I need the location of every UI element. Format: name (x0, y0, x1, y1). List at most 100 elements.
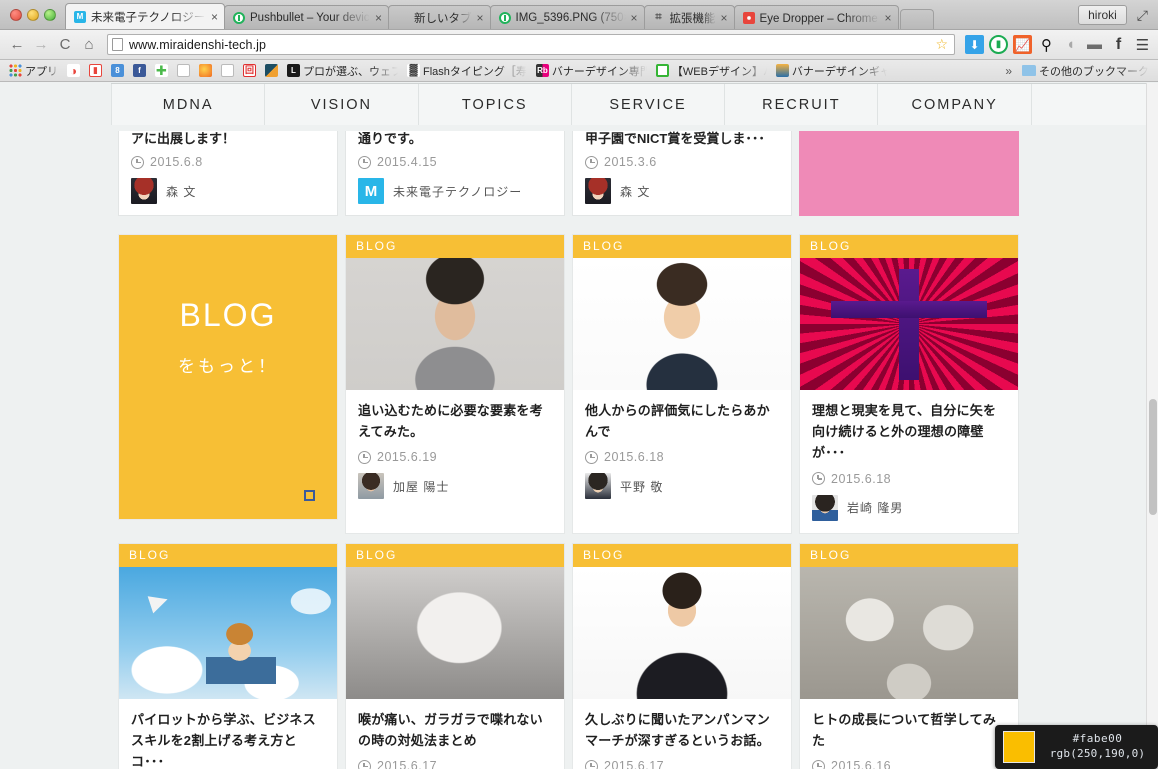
bookmarks-overflow-icon[interactable]: » (1001, 64, 1016, 78)
facebook-icon[interactable]: f (1109, 35, 1128, 54)
bookmark-9[interactable]: 回 (240, 63, 259, 78)
pushbullet-favicon (498, 11, 511, 24)
date-text: 2015.6.18 (831, 471, 892, 486)
minimize-window-button[interactable] (27, 9, 39, 21)
blog-badge: BLOG (800, 543, 1018, 567)
bookmark-6[interactable] (174, 63, 193, 78)
bookmark-2[interactable]: ▮ (86, 63, 105, 78)
blog-card[interactable]: BLOG パイロットから学ぶ、ビジネススキルを2割上げる考え方とコ･･･ 201… (118, 542, 338, 769)
bookmark-14[interactable]: 【WEBデザイン】バナ (653, 62, 770, 80)
blog-author: 平野 敬 (585, 473, 779, 500)
fullscreen-icon[interactable]: ⤢ (1135, 7, 1150, 24)
nav-item-company[interactable]: COMPANY (878, 84, 1032, 125)
blog-promo-card[interactable]: BLOG をもっと！ (118, 234, 338, 520)
page-info-icon[interactable] (112, 38, 123, 51)
blog-card[interactable]: BLOG 他人からの評価気にしたらあかんで 2015.6.18 平野 敬 (572, 234, 792, 534)
tab-list: M 未来電子テクノロジー：MI × Pushbullet – Your devi… (65, 3, 1072, 29)
blog-title: 理想と現実を見て、自分に矢を向け続けると外の理想の障壁が･･･ (812, 403, 997, 461)
back-button[interactable]: ← (6, 34, 28, 56)
scrollbar-thumb[interactable] (1149, 399, 1157, 515)
new-tab-button[interactable] (899, 9, 934, 29)
close-tab-icon[interactable]: × (631, 11, 638, 25)
close-tab-icon[interactable]: × (477, 11, 484, 25)
download-icon[interactable]: ⬇ (965, 35, 984, 54)
card-item[interactable]: 甲子園でNICT賞を受賞しま･･･ 2015.3.6 森 文 (572, 131, 792, 216)
close-window-button[interactable] (10, 9, 22, 21)
pushbullet-favicon (233, 11, 245, 24)
tab-label: Pushbullet – Your devices (250, 11, 370, 24)
card-item-pink[interactable] (799, 131, 1019, 216)
card-author: 森 文 (131, 178, 325, 204)
clock-icon (358, 155, 371, 169)
zoom-window-button[interactable] (44, 9, 56, 21)
moon-icon[interactable]: ◖ (1061, 35, 1080, 54)
page-scrollbar[interactable] (1146, 83, 1158, 769)
opera-icon: ◑ (67, 64, 80, 77)
tab-1[interactable]: Pushbullet – Your devices × (224, 5, 389, 29)
bookmark-7[interactable] (196, 63, 215, 78)
tab-4[interactable]: ⌗ 拡張機能 × (643, 5, 735, 29)
forward-button[interactable]: → (30, 34, 52, 56)
blog-card[interactable]: BLOG ヒトの成長について哲学してみた 2015.6.16 (799, 542, 1019, 769)
card-date: 2015.6.8 (131, 155, 325, 169)
bookmark-15[interactable]: バナーデザインギャラ (773, 62, 890, 80)
clock-icon (585, 450, 598, 464)
address-bar[interactable]: www.miraidenshi-tech.jp ☆ (107, 34, 955, 55)
bookmark-11[interactable]: L プロが選ぶ、ウェブデ (284, 62, 401, 80)
bookmark-5[interactable]: ✚ (152, 63, 171, 78)
blog-title: 喉が痛い、ガラガラで喋れないの時の対処法まとめ (358, 711, 543, 748)
profile-button[interactable]: hiroki (1078, 5, 1127, 25)
other-bookmarks[interactable]: その他のブックマーク (1019, 62, 1152, 80)
google-icon: 8 (111, 64, 124, 77)
close-tab-icon[interactable]: × (885, 11, 892, 25)
bookmark-apps[interactable]: アプリ (6, 62, 61, 80)
close-tab-icon[interactable]: × (375, 11, 382, 25)
nav-item-service[interactable]: SERVICE (572, 84, 726, 125)
tab-label: IMG_5396.PNG (750×133 (515, 11, 626, 24)
blog-date: 2015.6.17 (358, 759, 552, 769)
rectangle-icon[interactable]: ▬ (1085, 35, 1104, 54)
date-text: 2015.6.16 (831, 759, 892, 769)
window-right-controls: hiroki ⤢ (1072, 5, 1158, 29)
chrome-menu-icon[interactable]: ☰ (1133, 35, 1152, 54)
blog-badge: BLOG (573, 543, 791, 567)
close-tab-icon[interactable]: × (721, 11, 728, 25)
card-item[interactable]: 通りです。 2015.4.15 未来電子テクノロジー (345, 131, 565, 216)
bookmark-3[interactable]: 8 (108, 63, 127, 78)
site-navigation: MDNA VISION TOPICS SERVICE RECRUIT COMPA… (111, 83, 1146, 125)
blog-thumbnail (346, 258, 564, 391)
blog-card[interactable]: BLOG 喉が痛い、ガラガラで喋れないの時の対処法まとめ 2015.6.17 (345, 542, 565, 769)
bookmark-4[interactable]: f (130, 63, 149, 78)
bookmark-12[interactable]: ▓ Flashタイピング［寿 (404, 62, 530, 80)
tab-5[interactable]: Eye Dropper – Chrome ウ × (733, 5, 899, 29)
close-tab-icon[interactable]: × (211, 10, 218, 24)
bookmark-star-icon[interactable]: ☆ (935, 36, 948, 53)
nav-item-recruit[interactable]: RECRUIT (725, 84, 879, 125)
bookmark-1[interactable]: ◑ (64, 63, 83, 78)
bookmark-10[interactable] (262, 63, 281, 78)
nav-item-vision[interactable]: VISION (265, 84, 419, 125)
tab-0[interactable]: M 未来電子テクノロジー：MI × (65, 3, 225, 29)
top-card-row: アに出展します！ 2015.6.8 森 文 通りです。 2015.4.15 M … (118, 131, 1028, 216)
blog-card[interactable]: BLOG 理想と現実を見て、自分に矢を向け続けると外の理想の障壁が･･･ 201… (799, 234, 1019, 534)
blog-body: 喉が痛い、ガラガラで喋れないの時の対処法まとめ 2015.6.17 (346, 699, 564, 769)
tab-3[interactable]: IMG_5396.PNG (750×133 × (489, 5, 645, 29)
blog-card[interactable]: BLOG 追い込むために必要な要素を考えてみた。 2015.6.19 加屋 陽士 (345, 234, 565, 534)
nav-item-mdna[interactable]: MDNA (111, 84, 266, 125)
card-item[interactable]: アに出展します！ 2015.6.8 森 文 (118, 131, 338, 216)
tab-2[interactable]: 新しいタブ × (388, 5, 491, 29)
home-button[interactable]: ⌂ (78, 34, 100, 56)
reload-button[interactable]: C (54, 34, 76, 56)
bookmark-13[interactable]: Rb バナーデザイン専門ギ (533, 62, 650, 80)
date-text: 2015.6.17 (604, 759, 665, 769)
apps-grid-icon (9, 64, 22, 77)
bookmark-8[interactable] (218, 63, 237, 78)
tab-label: 新しいタブ (414, 12, 472, 25)
pushbullet-icon[interactable]: ▮ (989, 35, 1008, 54)
color-swatch (1003, 731, 1035, 763)
eyedropper-icon[interactable]: ⚲ (1037, 35, 1056, 54)
avatar (131, 178, 157, 204)
nav-item-topics[interactable]: TOPICS (419, 84, 572, 125)
chart-icon[interactable]: 📈 (1013, 35, 1032, 54)
blog-card[interactable]: BLOG 久しぶりに聞いたアンパンマンマーチが深すぎるというお話。 2015.6… (572, 542, 792, 769)
